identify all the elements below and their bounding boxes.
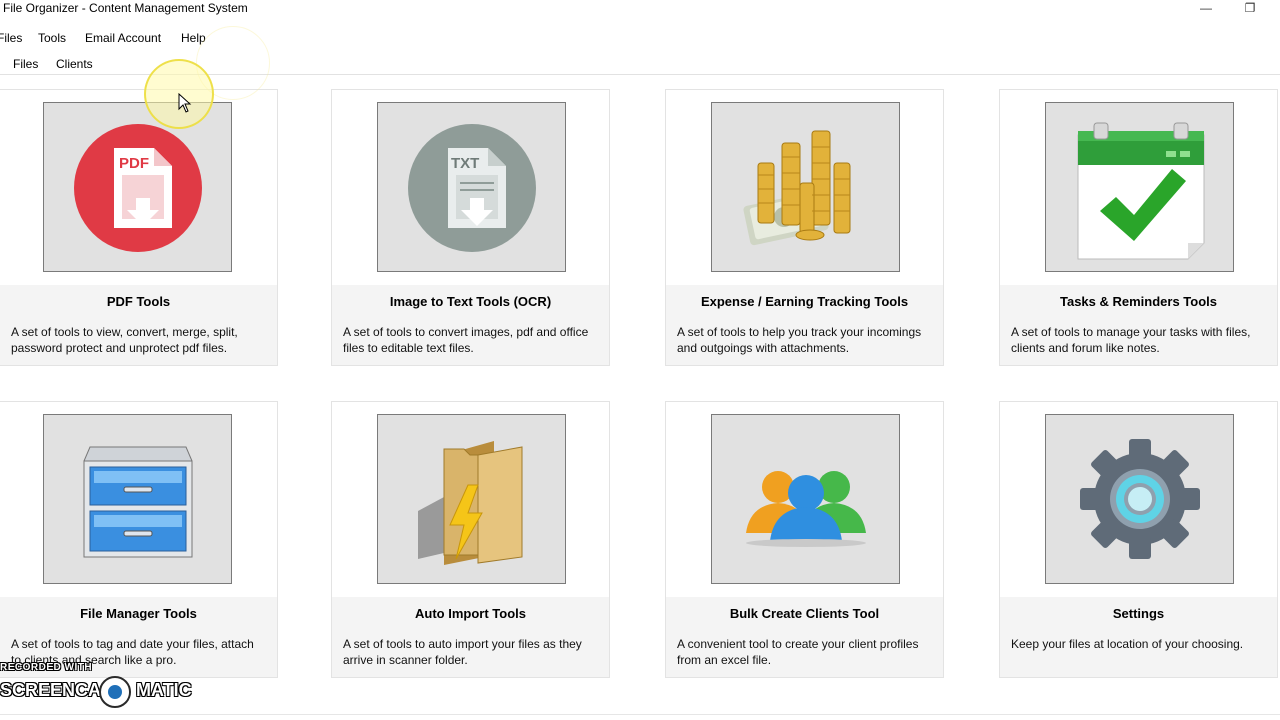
card-title: Image to Text Tools (OCR) [389,294,552,309]
gear-icon [1080,439,1200,559]
screencast-watermark: RECORDED WITH SCREENCAST MATIC [0,662,220,712]
card-description: A set of tools to convert images, pdf an… [343,325,589,355]
card-auto-import[interactable]: Auto Import Tools A set of tools to auto… [331,401,610,678]
file-manager-tile[interactable] [43,414,232,584]
expense-tools-tile[interactable] [711,102,900,272]
tasks-tools-tile[interactable] [1045,102,1234,272]
card-tasks-reminders[interactable]: Tasks & Reminders Tools A set of tools t… [999,89,1278,366]
tab-files[interactable]: Files [11,57,40,71]
card-title: Expense / Earning Tracking Tools [700,294,909,309]
settings-tile[interactable] [1045,414,1234,584]
card-description: A set of tools to auto import your files… [343,637,582,667]
users-group-icon [746,471,866,547]
txt-icon: TXT [408,124,536,252]
divider [0,714,1280,715]
card-title: Auto Import Tools [415,606,526,621]
coins-money-icon [743,130,851,246]
menu-email-account[interactable]: Email Account [85,31,161,45]
card-image-to-text[interactable]: TXT Image to Text Tools (OCR) A set of t… [331,89,610,366]
pdf-icon: PDF [74,124,202,252]
calendar-check-icon [1077,122,1205,260]
card-file-manager[interactable]: File Manager Tools A set of tools to tag… [0,401,278,678]
title-bar: File Organizer - Content Management Syst… [0,0,1280,20]
pdf-tools-tile[interactable]: PDF [43,102,232,272]
pdf-icon-label: PDF [119,155,149,172]
card-pdf-tools[interactable]: PDF PDF Tools A set of tools to view, co… [0,89,278,366]
file-cabinet-icon [83,446,193,558]
restore-button[interactable]: ❐ [1230,0,1270,20]
card-description: A convenient tool to create your client … [677,637,919,667]
card-bulk-create-clients[interactable]: Bulk Create Clients Tool A convenient to… [665,401,944,678]
card-description: A set of tools to help you track your in… [677,325,922,355]
menu-bar: Files Tools Email Account Help [0,28,1280,50]
menu-files[interactable]: Files [0,31,22,45]
card-title: Bulk Create Clients Tool [729,606,880,621]
tab-clients[interactable]: Clients [54,57,95,71]
watermark-top-text: RECORDED WITH [0,662,93,673]
card-expense-earning[interactable]: Expense / Earning Tracking Tools A set o… [665,89,944,366]
card-title: Tasks & Reminders Tools [1059,294,1217,309]
ocr-tools-tile[interactable]: TXT [377,102,566,272]
mouse-cursor-icon [178,93,192,113]
card-description: A set of tools to manage your tasks with… [1011,325,1251,355]
card-title: PDF Tools [106,294,171,309]
auto-import-tile[interactable] [377,414,566,584]
watermark-right-text: MATIC [136,680,192,700]
card-description: A set of tools to view, convert, merge, … [11,325,238,355]
card-description: Keep your files at location of your choo… [1011,637,1244,651]
txt-icon-label: TXT [451,155,479,172]
folder-lightning-icon [418,441,523,565]
card-title: Settings [1112,606,1165,621]
bulk-clients-tile[interactable] [711,414,900,584]
menu-tools[interactable]: Tools [38,31,66,45]
card-settings[interactable]: Settings Keep your files at location of … [999,401,1278,678]
window-title: File Organizer - Content Management Syst… [3,1,248,15]
minimize-button[interactable]: — [1186,0,1226,20]
card-title: File Manager Tools [80,606,197,621]
screencast-logo-icon [99,676,131,708]
